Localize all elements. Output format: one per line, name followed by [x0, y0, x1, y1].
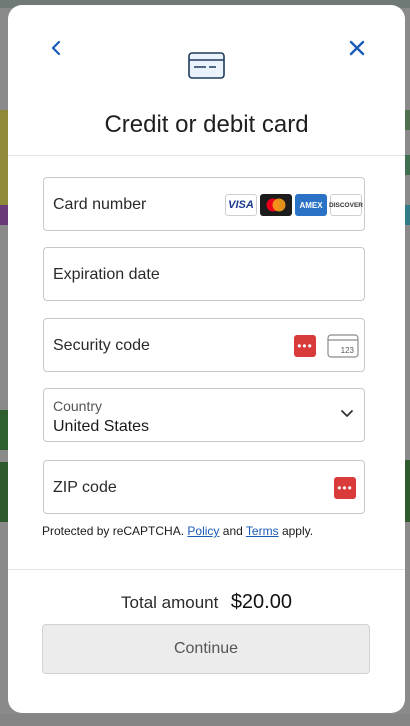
close-icon — [349, 40, 365, 56]
chevron-left-icon — [51, 40, 61, 56]
credit-card-icon — [188, 52, 225, 79]
recaptcha-notice: Protected by reCAPTCHA. Policy and Terms… — [42, 524, 313, 538]
country-value: United States — [53, 418, 150, 435]
background-page-strip — [0, 714, 410, 726]
policy-link[interactable]: Policy — [187, 524, 219, 538]
card-brand-logos: VISA AMEX DISCOVER — [225, 194, 363, 216]
cvv-front-icon: 123 — [327, 334, 359, 358]
discover-logo-icon: DISCOVER — [329, 194, 363, 216]
chevron-down-icon — [341, 410, 353, 417]
dialog-title: Credit or debit card — [104, 111, 309, 138]
amex-logo-icon: AMEX — [295, 194, 327, 216]
total-amount-label: Total amount — [121, 593, 219, 612]
payment-dialog: Credit or debit card Card number VISA AM… — [8, 5, 405, 713]
continue-button[interactable]: Continue — [42, 624, 370, 674]
zip-autofill-icon: ••• — [334, 477, 356, 499]
back-button[interactable] — [41, 33, 71, 63]
expiration-date-field[interactable]: Expiration date — [43, 247, 365, 301]
card-number-label: Card number — [53, 196, 147, 213]
total-amount-value: $20.00 — [230, 591, 292, 613]
terms-link[interactable]: Terms — [246, 524, 279, 538]
total-amount-row: Total amount $20.00 — [8, 591, 405, 614]
country-select[interactable]: Country United States — [43, 388, 365, 442]
country-caption: Country — [53, 398, 103, 414]
zip-code-label: ZIP code — [53, 479, 117, 496]
close-button[interactable] — [342, 33, 372, 63]
recaptcha-suffix-text: apply. — [281, 524, 314, 538]
expiration-date-label: Expiration date — [53, 266, 160, 283]
background-page-block — [0, 205, 8, 225]
card-number-field[interactable]: Card number VISA AMEX DISCOVER — [43, 177, 365, 231]
security-code-field[interactable]: Security code ••• 123 — [43, 318, 365, 372]
recaptcha-and-text: and — [222, 524, 243, 538]
cvv-back-icon: ••• — [294, 335, 316, 357]
background-page-block — [0, 110, 8, 205]
security-code-label: Security code — [53, 337, 150, 354]
background-page-block — [0, 410, 8, 450]
visa-logo-icon: VISA — [225, 194, 257, 216]
cvv-hint-text: 123 — [341, 346, 355, 355]
recaptcha-text: Protected by reCAPTCHA. — [42, 524, 185, 538]
mastercard-logo-icon — [260, 194, 292, 216]
background-page-block — [0, 462, 8, 522]
footer-divider — [8, 569, 405, 570]
zip-code-field[interactable]: ZIP code ••• — [43, 460, 365, 514]
header-divider — [8, 155, 405, 156]
